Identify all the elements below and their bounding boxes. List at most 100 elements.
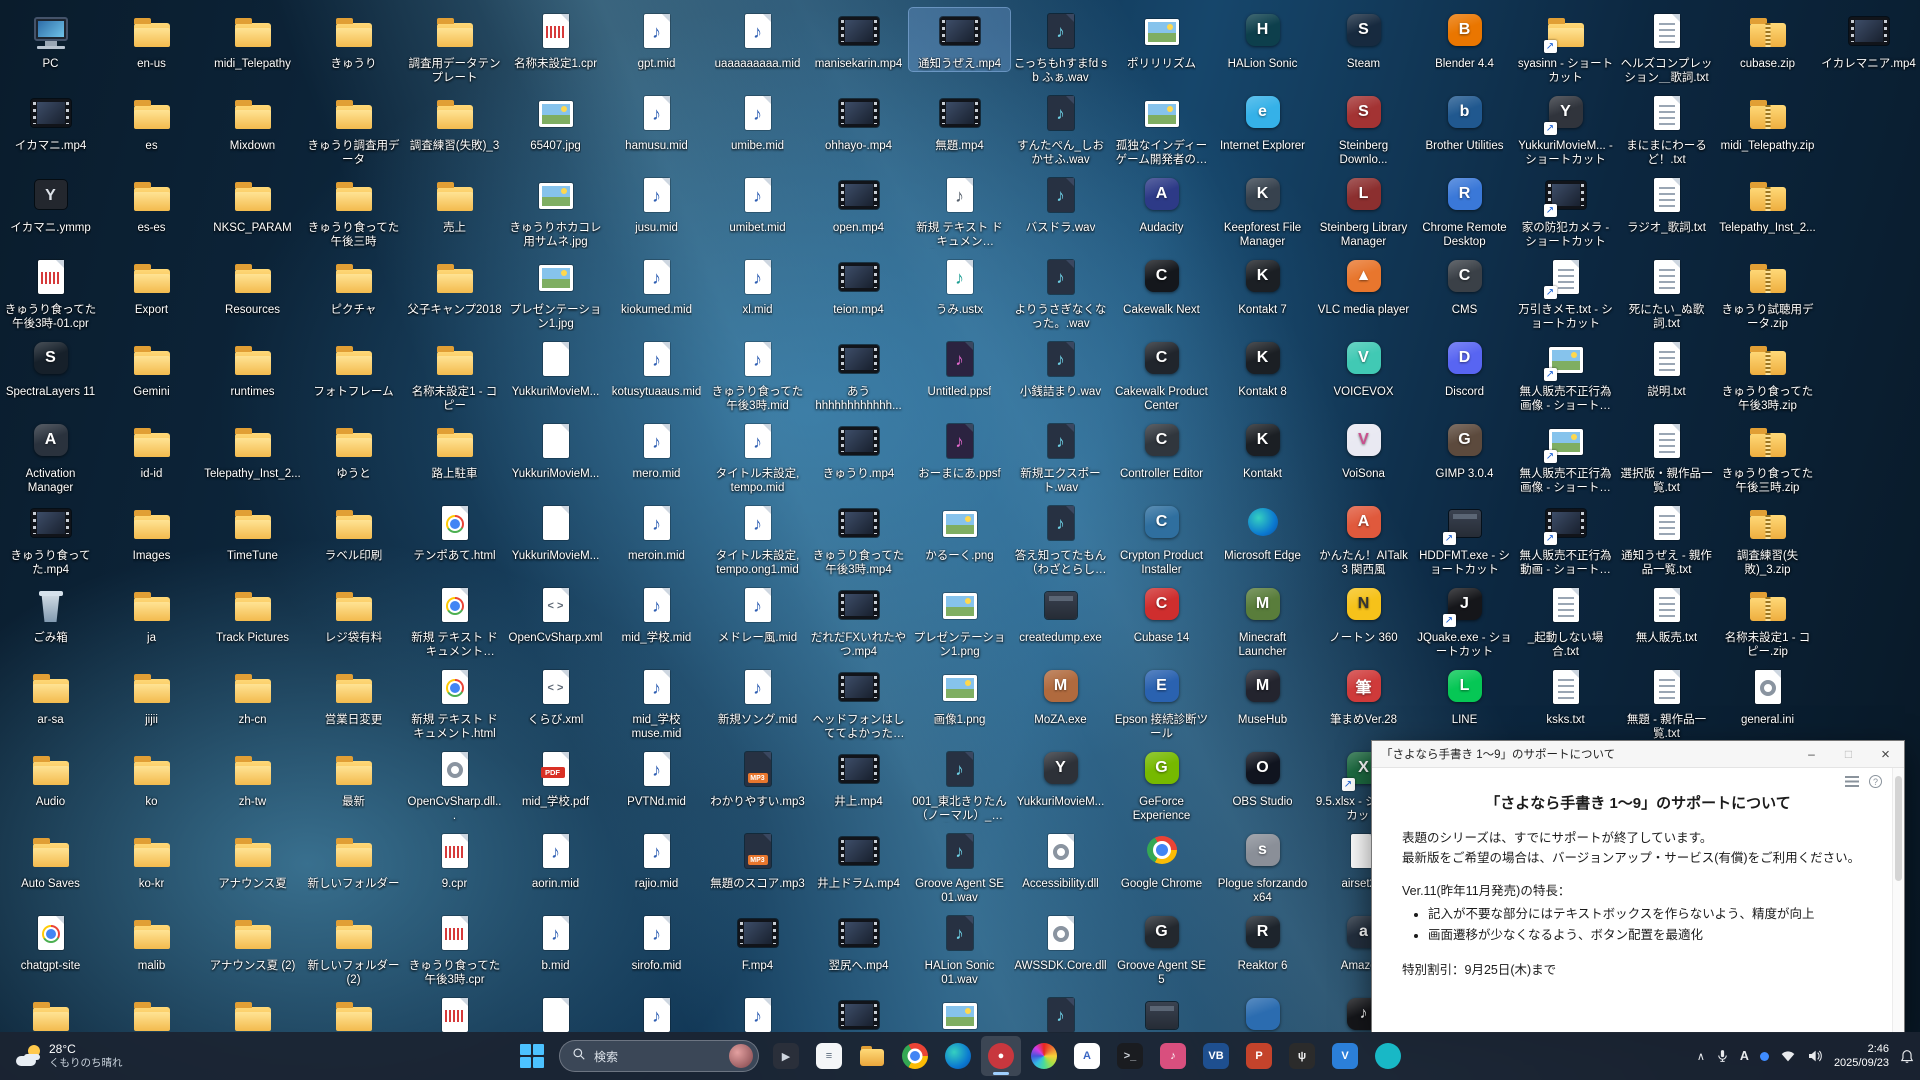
desktop-icon[interactable]: createdump.exe bbox=[1010, 582, 1111, 645]
desktop-icon[interactable]: midi_Telepathy bbox=[202, 8, 303, 71]
ime-indicator[interactable]: A bbox=[1740, 1049, 1749, 1063]
desktop-icon[interactable]: 名称未設定1.cpr bbox=[505, 8, 606, 71]
desktop-icon[interactable]: umibe.mid bbox=[707, 90, 808, 153]
hidden-icons-chevron[interactable] bbox=[1697, 1050, 1705, 1063]
desktop-icon[interactable]: 新しいフォルダー bbox=[303, 828, 404, 891]
desktop-icon[interactable]: 翌尻へ.mp4 bbox=[808, 910, 909, 973]
desktop-icon[interactable]: メドレー風.mid bbox=[707, 582, 808, 645]
desktop-icon[interactable]: 井上.mp4 bbox=[808, 746, 909, 809]
desktop-icon[interactable]: SSteam bbox=[1313, 8, 1414, 71]
desktop-icon[interactable]: KKontakt 8 bbox=[1212, 336, 1313, 399]
desktop-icon[interactable]: Microsoft Edge bbox=[1212, 500, 1313, 563]
desktop-icon[interactable]: kiokumed.mid bbox=[606, 254, 707, 317]
taskbar-recorder[interactable]: ● bbox=[981, 1036, 1021, 1076]
desktop-icon[interactable]: うみ.ustx bbox=[909, 254, 1010, 317]
status-dot-icon[interactable] bbox=[1760, 1052, 1769, 1061]
desktop-icon[interactable]: F.mp4 bbox=[707, 910, 808, 973]
desktop-icon[interactable]: AAudacity bbox=[1111, 172, 1212, 235]
desktop-icon[interactable]: KKeepforest File Manager bbox=[1212, 172, 1313, 249]
desktop-icon[interactable]: 調査練習(失敗)_3.zip bbox=[1717, 500, 1818, 577]
desktop-icon[interactable]: アナウンス夏 (2) bbox=[202, 910, 303, 973]
desktop-icon[interactable]: きゅうりホカコレ用サムネ.jpg bbox=[505, 172, 606, 249]
desktop-icon[interactable]: 最新 bbox=[303, 746, 404, 809]
desktop-icon[interactable]: 新しいフォルダー (2) bbox=[303, 910, 404, 987]
desktop-icon[interactable]: GGroove Agent SE 5 bbox=[1111, 910, 1212, 987]
desktop-icon[interactable]: EEpson 接続診断ツール bbox=[1111, 664, 1212, 741]
desktop-icon[interactable]: バスドラ.wav bbox=[1010, 172, 1111, 235]
desktop-icon[interactable]: teion.mp4 bbox=[808, 254, 909, 317]
desktop-icon[interactable]: Telepathy_Inst_2... bbox=[202, 418, 303, 481]
desktop-icon[interactable]: HHALion Sonic bbox=[1212, 8, 1313, 71]
desktop-icon[interactable]: 新規ソング.mid bbox=[707, 664, 808, 727]
desktop-icon[interactable]: 売上 bbox=[404, 172, 505, 235]
desktop-icon[interactable]: CController Editor bbox=[1111, 418, 1212, 481]
desktop-icon[interactable]: きゅうり試聴用データ.zip bbox=[1717, 254, 1818, 331]
desktop-icon[interactable]: LSteinberg Library Manager bbox=[1313, 172, 1414, 249]
desktop-icon[interactable]: es bbox=[101, 90, 202, 153]
desktop-icon[interactable]: きゅうり.mp4 bbox=[808, 418, 909, 481]
desktop-icon[interactable]: RReaktor 6 bbox=[1212, 910, 1313, 973]
desktop-icon[interactable]: テンポあて.html bbox=[404, 500, 505, 563]
desktop-icon[interactable]: きゅうり食ってた午後3時.cpr bbox=[404, 910, 505, 987]
desktop-icon[interactable]: ▲VLC media player bbox=[1313, 254, 1414, 317]
desktop-icon[interactable]: JJQuake.exe - ショートカット bbox=[1414, 582, 1515, 659]
desktop-icon[interactable]: 通知うぜえ.mp4 bbox=[909, 8, 1010, 71]
desktop-icon[interactable]: Export bbox=[101, 254, 202, 317]
desktop-icon[interactable]: AActivation Manager bbox=[0, 418, 101, 495]
desktop-icon[interactable]: manisekarin.mp4 bbox=[808, 8, 909, 71]
desktop-icon[interactable]: 無人販売.txt bbox=[1616, 582, 1717, 645]
desktop-icon[interactable]: DDiscord bbox=[1414, 336, 1515, 399]
desktop-icon[interactable]: AWSSDK.Core.dll bbox=[1010, 910, 1111, 973]
desktop-icon[interactable]: jijii bbox=[101, 664, 202, 727]
desktop-icon[interactable]: 死にたい_ぬ歌詞.txt bbox=[1616, 254, 1717, 331]
desktop-icon[interactable]: 父子キャンプ2018 bbox=[404, 254, 505, 317]
desktop-icon[interactable]: id-id bbox=[101, 418, 202, 481]
desktop-icon[interactable]: OpenCvSharp.xml bbox=[505, 582, 606, 645]
search-highlight-image[interactable] bbox=[729, 1044, 753, 1068]
desktop-icon[interactable]: gpt.mid bbox=[606, 8, 707, 71]
desktop-icon[interactable]: かるーく.png bbox=[909, 500, 1010, 563]
desktop-icon[interactable]: Gemini bbox=[101, 336, 202, 399]
taskbar-vb-app[interactable]: VB bbox=[1196, 1036, 1236, 1076]
taskbar-file-explorer[interactable] bbox=[852, 1036, 892, 1076]
desktop-icon[interactable]: RChrome Remote Desktop bbox=[1414, 172, 1515, 249]
desktop-icon[interactable]: HDDFMT.exe - ショートカット bbox=[1414, 500, 1515, 577]
desktop-icon[interactable]: zh-tw bbox=[202, 746, 303, 809]
desktop-icon[interactable]: 答え知ってたもん（わざとらしい.wav bbox=[1010, 500, 1111, 577]
taskbar-media-app[interactable]: ▶ bbox=[766, 1036, 806, 1076]
desktop-icon[interactable]: Track Pictures bbox=[202, 582, 303, 645]
desktop-icon[interactable]: YukkuriMovieM... bbox=[505, 336, 606, 399]
desktop-icon[interactable]: 調査練習(失敗)_3 bbox=[404, 90, 505, 153]
desktop-icon[interactable]: 家の防犯カメラ - ショートカット bbox=[1515, 172, 1616, 249]
desktop-icon[interactable]: だれだFXいれたやつ.mp4 bbox=[808, 582, 909, 659]
desktop[interactable]: PCen-usmidi_Telepathyきゅうり調査用データテンプレート名称未… bbox=[0, 0, 1920, 1080]
desktop-icon[interactable]: Telepathy_Inst_2... bbox=[1717, 172, 1818, 235]
desktop-icon[interactable]: 筆筆まめVer.28 bbox=[1313, 664, 1414, 727]
desktop-icon[interactable]: ポリリリズム bbox=[1111, 8, 1212, 71]
desktop-icon[interactable]: sirofo.mid bbox=[606, 910, 707, 973]
desktop-icon[interactable]: タイトル未設定, tempo.ong1.mid bbox=[707, 500, 808, 577]
desktop-icon[interactable]: プレゼンテーション1.jpg bbox=[505, 254, 606, 331]
desktop-icon[interactable]: 名称未設定1 - コピー.zip bbox=[1717, 582, 1818, 659]
desktop-icon[interactable]: ラジオ_歌詞.txt bbox=[1616, 172, 1717, 235]
desktop-icon[interactable]: es-es bbox=[101, 172, 202, 235]
desktop-icon[interactable]: ksks.txt bbox=[1515, 664, 1616, 727]
desktop-icon[interactable]: aorin.mid bbox=[505, 828, 606, 891]
desktop-icon[interactable]: midi_Telepathy.zip bbox=[1717, 90, 1818, 153]
desktop-icon[interactable]: きゅうり食ってた.mp4 bbox=[0, 500, 101, 577]
desktop-icon[interactable]: 万引きメモ.txt - ショートカット bbox=[1515, 254, 1616, 331]
desktop-icon[interactable]: 無人販売不正行為画像 - ショートカット bbox=[1515, 336, 1616, 413]
desktop-icon[interactable]: _起動しない場合.txt bbox=[1515, 582, 1616, 659]
desktop-icon[interactable]: 無人販売不正行為動画 - ショートカット bbox=[1515, 500, 1616, 577]
desktop-icon[interactable]: CCMS bbox=[1414, 254, 1515, 317]
wifi-icon[interactable] bbox=[1780, 1050, 1796, 1062]
desktop-icon[interactable]: syasinn - ショートカット bbox=[1515, 8, 1616, 85]
notification-bell-icon[interactable] bbox=[1900, 1049, 1914, 1064]
desktop-icon[interactable]: 孤独なインディーゲーム開発者の一生... bbox=[1111, 90, 1212, 167]
desktop-icon[interactable]: 新規エクスポート.wav bbox=[1010, 418, 1111, 495]
desktop-icon[interactable]: イカレマニア.mp4 bbox=[1818, 8, 1919, 71]
desktop-icon[interactable]: ヘッドフォンはしててよかったq.mp4 bbox=[808, 664, 909, 741]
desktop-icon[interactable]: YYukkuriMovieM... bbox=[1010, 746, 1111, 809]
taskbar-vscode[interactable]: V bbox=[1325, 1036, 1365, 1076]
desktop-icon[interactable]: レジ袋有料 bbox=[303, 582, 404, 645]
